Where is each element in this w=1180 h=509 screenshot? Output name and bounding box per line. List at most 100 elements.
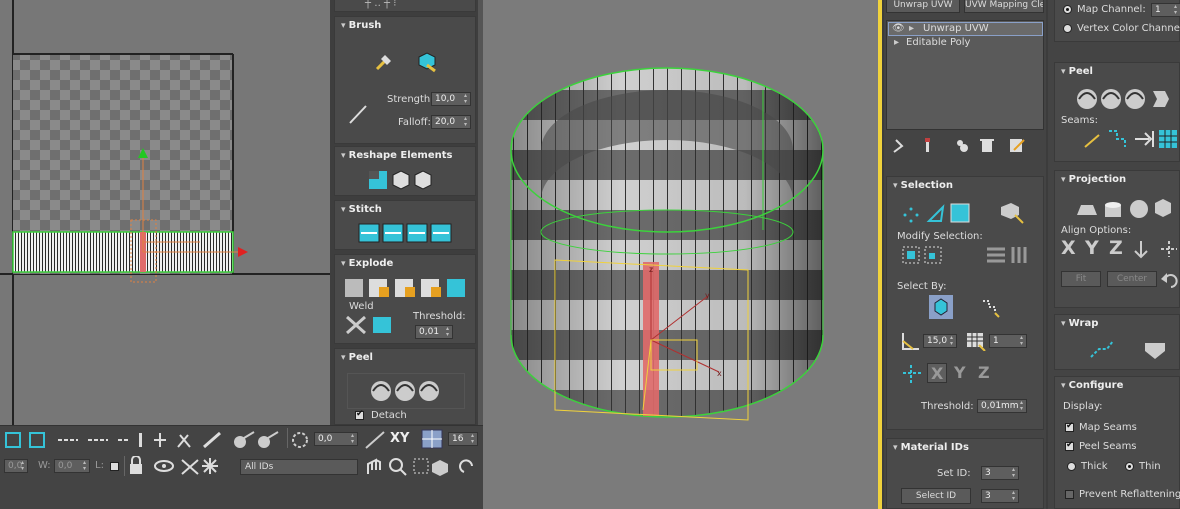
angle-spinner[interactable]: 0,0	[314, 432, 358, 446]
stack-label-poly: Editable Poly	[906, 37, 971, 48]
strip-wrap-icon[interactable]	[1141, 337, 1171, 363]
uvw-mapping-clear-button[interactable]: UVW Mapping Clea	[964, 0, 1044, 13]
id-filter-select[interactable]: All IDs	[240, 459, 358, 475]
seam-tools-icons[interactable]	[1083, 127, 1179, 151]
transform-tools-icons[interactable]	[4, 430, 284, 452]
vertex-color-radio[interactable]	[1063, 24, 1072, 33]
panel-edge	[878, 0, 882, 509]
falloff-label: Falloff:	[398, 117, 431, 128]
selection-threshold-label: Threshold:	[921, 401, 974, 412]
configure-title[interactable]: Configure	[1055, 377, 1179, 395]
peel-modes-icons[interactable]	[1075, 87, 1175, 111]
peel-title[interactable]: Peel	[1055, 63, 1179, 81]
set-id-spinner[interactable]: 3	[981, 466, 1019, 480]
top-tools-icons[interactable]: ┼ ‥ ┼ ⁝	[365, 0, 396, 9]
view-nav-icons[interactable]	[364, 456, 482, 476]
peel-title-uv[interactable]: Peel	[335, 349, 475, 367]
grow-ring-icon[interactable]	[965, 331, 987, 351]
selection-title[interactable]: Selection	[887, 177, 1043, 195]
map-seams-label: Map Seams	[1079, 422, 1137, 433]
rotate-snap-icon[interactable]	[290, 430, 310, 450]
subobject-mode-icons[interactable]	[901, 201, 1037, 225]
threshold-spinner[interactable]: 0,01	[415, 325, 453, 339]
explode-title[interactable]: Explode	[335, 255, 475, 273]
align-options-label: Align Options:	[1061, 225, 1132, 236]
reshape-title[interactable]: Reshape Elements	[335, 147, 475, 165]
set-id-label: Set ID:	[937, 468, 971, 479]
projection-title[interactable]: Projection	[1055, 171, 1179, 189]
grid-spinner[interactable]: 16	[448, 432, 478, 446]
align-y-button[interactable]: Y	[1085, 237, 1099, 259]
paint-relax-icon[interactable]	[373, 51, 395, 73]
align-z-button[interactable]: Z	[1109, 237, 1123, 259]
select-by-label: Select By:	[897, 281, 947, 292]
align-tools-icons[interactable]	[1131, 239, 1180, 261]
perspective-viewport[interactable]: z y x	[483, 0, 878, 509]
gizmo-axis-z: z	[649, 265, 653, 274]
stack-item-editable-poly[interactable]: ▸ Editable Poly	[888, 37, 1043, 51]
prevent-reflattening-checkbox[interactable]	[1065, 490, 1074, 499]
thick-radio[interactable]	[1067, 462, 1076, 471]
center-button[interactable]: Center	[1107, 271, 1157, 287]
planar-angle-icon[interactable]	[901, 331, 923, 351]
modify-selection-icons[interactable]	[901, 245, 1037, 267]
brush-title[interactable]: Brush	[335, 17, 475, 35]
undo-projection-icon[interactable]	[1161, 271, 1180, 289]
spline-wrap-icon[interactable]	[1087, 337, 1117, 363]
selection-rollout: Selection Modify Selection: Select By: 1…	[886, 176, 1044, 430]
thin-radio[interactable]	[1125, 462, 1134, 471]
peel-seams-checkbox[interactable]	[1065, 440, 1074, 451]
xy-label[interactable]: XY	[390, 431, 409, 446]
select-id-spinner[interactable]: 3	[981, 489, 1019, 503]
map-seams-checkbox[interactable]	[1065, 421, 1074, 432]
grid-snap-icon[interactable]	[421, 429, 443, 449]
stack-tools-icons[interactable]	[890, 136, 1040, 154]
axis-z-button[interactable]: Z	[975, 363, 995, 383]
falloff-spinner[interactable]: 20,0	[431, 115, 471, 129]
reshape-tools-icons[interactable]	[367, 167, 433, 191]
fit-button[interactable]: Fit	[1061, 271, 1101, 287]
peel-rollout: Peel Seams:	[1054, 62, 1180, 162]
align-x-button[interactable]: X	[1061, 237, 1076, 259]
angle-threshold-spinner[interactable]: 15,0	[923, 334, 957, 348]
map-channel-radio[interactable]	[1063, 5, 1072, 14]
eye-icon[interactable]: 👁	[892, 23, 905, 34]
uv-bottom-toolbar: 0,0 XY 16 U: 0,0 W: 0,0 L: All IDs	[0, 425, 483, 509]
explode-tools-icons[interactable]	[343, 275, 471, 301]
axis-y-button[interactable]: Y	[951, 363, 971, 383]
stack-label-unwrap: Unwrap UVW	[923, 23, 989, 34]
lock-uv-checkbox[interactable]	[110, 462, 119, 471]
projection-mode-icons[interactable]	[1073, 197, 1177, 221]
w-spinner[interactable]: 0,0	[54, 459, 90, 473]
stitch-tools-icons[interactable]	[357, 221, 457, 245]
select-by-uv-icon[interactable]	[901, 363, 923, 385]
ring-count-spinner[interactable]: 1	[989, 334, 1027, 348]
material-ids-title[interactable]: Material IDs	[887, 439, 1043, 457]
paint-pin-icon[interactable]	[415, 51, 437, 73]
peel-tools-icons[interactable]	[371, 379, 441, 403]
expand-icon[interactable]: ▸	[909, 23, 914, 34]
selection-threshold-spinner[interactable]: 0,01mm	[977, 399, 1027, 413]
channel-rollout: Map Channel: 1 Vertex Color Channel	[1054, 0, 1180, 42]
brush-line-icon[interactable]	[347, 103, 369, 125]
map-channel-spinner[interactable]: 1	[1151, 3, 1180, 17]
line-tool-icon[interactable]	[364, 430, 386, 450]
select-element-icon[interactable]	[929, 295, 953, 319]
wrap-title[interactable]: Wrap	[1055, 315, 1179, 333]
display-tools-icons[interactable]	[128, 456, 238, 476]
stitch-title[interactable]: Stitch	[335, 201, 475, 219]
gizmo-axis-y: y	[705, 291, 710, 300]
uv-tool-panel: ┼ ‥ ┼ ⁝ Brush Strength: 10,0 Falloff: 20…	[330, 0, 483, 425]
u-spinner[interactable]: 0,0	[4, 459, 28, 473]
weld-tools-icons[interactable]	[345, 313, 395, 337]
axis-x-button[interactable]: X	[927, 363, 947, 383]
modifier-stack: 👁 ▸ Unwrap UVW ▸ Editable Poly	[886, 20, 1044, 130]
unwrap-uvw-button[interactable]: Unwrap UVW	[886, 0, 960, 13]
gizmo-axis-x: x	[717, 369, 722, 378]
detach-checkbox[interactable]	[355, 409, 364, 420]
uv-editor-viewport[interactable]	[0, 0, 330, 425]
select-id-button[interactable]: Select ID	[901, 488, 971, 504]
strength-spinner[interactable]: 10,0	[431, 92, 471, 106]
select-ring-icon[interactable]	[979, 297, 1001, 319]
stack-item-unwrap[interactable]: 👁 ▸ Unwrap UVW	[888, 22, 1043, 36]
